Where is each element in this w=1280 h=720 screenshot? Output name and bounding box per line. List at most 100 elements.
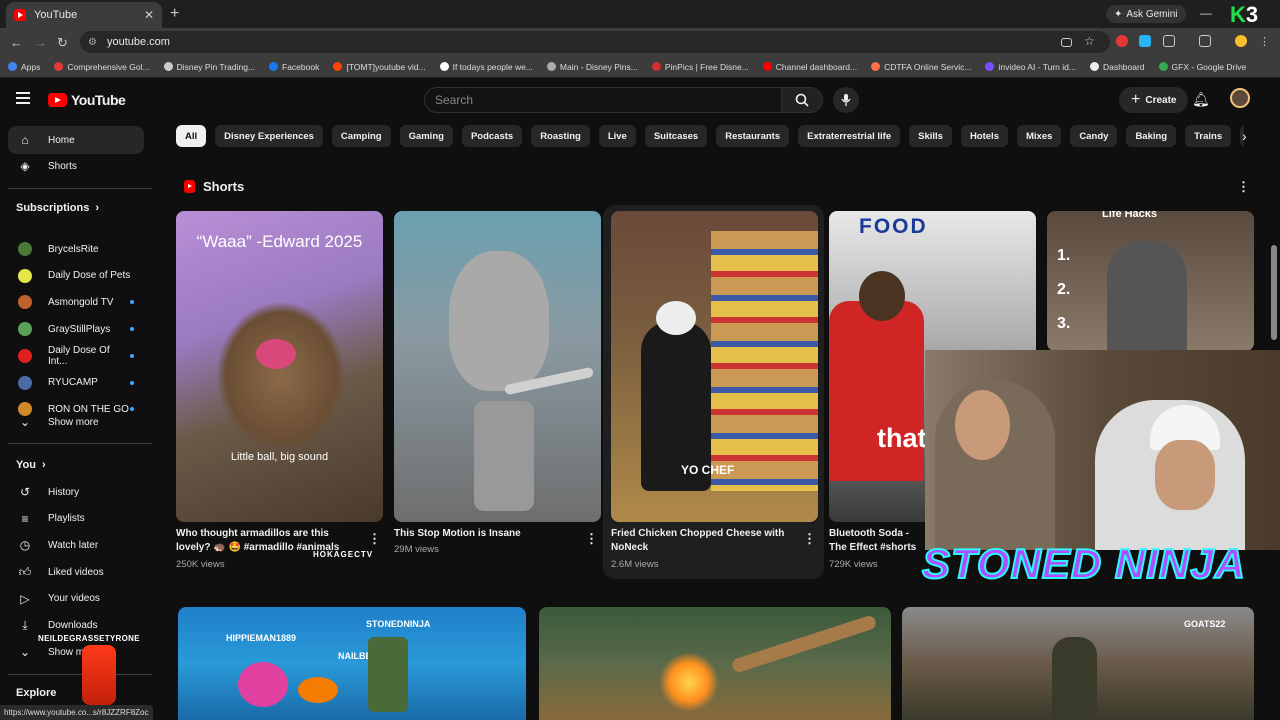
back-icon[interactable]: ← <box>10 35 23 50</box>
chip-baking[interactable]: Baking <box>1126 125 1177 147</box>
video-thumbnail[interactable] <box>539 607 891 720</box>
channel-avatar <box>18 348 32 363</box>
bookmark-item[interactable]: Channel dashboard... <box>762 62 857 72</box>
bookmark-item[interactable]: Apps <box>8 62 40 72</box>
bookmark-favicon-icon <box>439 62 449 71</box>
stream-brand-overlay: STONED NINJA <box>921 539 1246 588</box>
chip-disney-experiences[interactable]: Disney Experiences <box>215 125 323 147</box>
your-videos-icon: ▷ <box>20 591 30 606</box>
bookmark-item[interactable]: [TOMT]youtube vid... <box>333 62 426 72</box>
short-thumbnail[interactable]: YO CHEF <box>611 211 818 522</box>
shorts-logo-icon <box>184 180 195 193</box>
sidebar-item-shorts[interactable]: ◈ Shorts <box>8 152 144 180</box>
chip-gaming[interactable]: Gaming <box>399 125 453 147</box>
chip-live[interactable]: Live <box>598 125 636 147</box>
minimize-icon[interactable]: — <box>1200 6 1212 20</box>
short-title[interactable]: Fried Chicken Chopped Cheese with NoNeck <box>611 527 801 555</box>
chip-suitcases[interactable]: Suitcases <box>644 125 708 147</box>
profile-icon[interactable] <box>1235 35 1247 47</box>
bookmark-item[interactable]: CDTFA Online Servic... <box>871 62 971 72</box>
sidebar-item-subscription[interactable]: Daily Dose Of Int... <box>8 342 144 370</box>
clay-hand-image <box>474 401 534 511</box>
divider <box>8 443 152 444</box>
sidebar-item-history[interactable]: ↺ History <box>8 478 144 506</box>
scrollbar[interactable] <box>1271 245 1277 340</box>
new-tab-button[interactable]: + <box>170 5 179 23</box>
history-icon: ↺ <box>19 485 31 499</box>
bookmark-item[interactable]: invideo AI - Turn id... <box>985 62 1076 72</box>
sidebar-item-subscription[interactable]: GrayStillPlays <box>8 315 144 343</box>
sidebar-item-subscription[interactable]: RYUCAMP <box>8 369 144 397</box>
site-info-icon[interactable]: ⚙ <box>88 37 97 48</box>
chevron-right-icon: › <box>41 459 46 471</box>
sidebar-item-watch-later[interactable]: ◷ Watch later <box>8 531 144 559</box>
more-options-icon[interactable]: ⋮ <box>585 531 598 547</box>
ask-gemini-button[interactable]: ✦ Ask Gemini <box>1106 5 1186 23</box>
voice-search-button[interactable] <box>833 87 859 113</box>
bookmark-item[interactable]: Main - Disney Pins... <box>546 62 638 72</box>
chip-skills[interactable]: Skills <box>909 125 952 147</box>
sidebar-item-liked-videos[interactable]: 👍︎ Liked videos <box>8 558 144 586</box>
bookmark-item[interactable]: Facebook <box>269 62 319 72</box>
bookmark-item[interactable]: PinPics | Free Disne... <box>651 62 749 72</box>
bookmark-star-icon[interactable]: ☆ <box>1084 34 1098 48</box>
bookmark-item[interactable]: Comprehensive Gol... <box>54 62 150 72</box>
chip-trains[interactable]: Trains <box>1185 125 1232 147</box>
search-button[interactable] <box>781 87 823 113</box>
sidebar-item-subscription[interactable]: BrycelsRite <box>8 235 144 263</box>
you-heading[interactable]: You › <box>16 459 46 471</box>
chip-mixes[interactable]: Mixes <box>1016 125 1062 147</box>
bookmark-item[interactable]: If todays people we... <box>439 62 533 72</box>
create-button[interactable]: + Create <box>1119 87 1189 113</box>
short-thumbnail[interactable]: Life Hacks 1. 2. 3. <box>1047 211 1254 351</box>
bookmark-item[interactable]: GFX - Google Drive <box>1158 62 1246 72</box>
side-panel-icon[interactable] <box>1199 35 1211 47</box>
chip-hotels[interactable]: Hotels <box>960 125 1008 147</box>
reload-icon[interactable]: ↻ <box>57 35 68 51</box>
video-thumbnail[interactable]: HIPPIEMAN1889 STONEDNINJA NAILBEATER <box>178 607 526 720</box>
sidebar-item-home[interactable]: ⌂ Home <box>8 126 144 154</box>
forward-icon[interactable]: → <box>34 35 47 50</box>
thumbnail-caption: FOOD <box>859 215 928 238</box>
short-title[interactable]: Bluetooth Soda - The Effect #shorts <box>829 527 926 555</box>
video-thumbnail[interactable]: GOATS22 <box>902 607 1254 720</box>
sidebar-item-subscription[interactable]: Asmongold TV <box>8 288 144 316</box>
short-thumbnail[interactable] <box>394 211 601 522</box>
chip-podcasts[interactable]: Podcasts <box>461 125 523 147</box>
notifications-bell-icon[interactable]: 🔔︎ <box>1192 91 1210 108</box>
more-options-icon[interactable]: ⋮ <box>1237 179 1250 195</box>
extensions-puzzle-icon[interactable] <box>1163 35 1175 47</box>
more-options-icon[interactable]: ⋮ <box>368 531 381 547</box>
close-tab-icon[interactable]: ✕ <box>144 8 154 22</box>
chip-restaurants[interactable]: Restaurants <box>716 125 790 147</box>
chevron-right-icon[interactable]: › <box>1242 128 1247 144</box>
browser-menu-icon[interactable]: ⋮ <box>1259 35 1270 48</box>
sidebar-item-playlists[interactable]: ≡ Playlists <box>8 505 144 533</box>
chip-roasting[interactable]: Roasting <box>531 125 590 147</box>
short-thumbnail[interactable]: “Waaa” -Edward 2025 Little ball, big sou… <box>176 211 383 522</box>
youtube-logo[interactable]: YouTube <box>48 92 126 108</box>
install-app-icon[interactable] <box>1061 38 1072 47</box>
sidebar-item-subscription[interactable]: Daily Dose of Pets <box>8 262 144 290</box>
search-input[interactable]: Search <box>424 87 782 113</box>
show-more-subscriptions[interactable]: ⌄ Show more <box>8 408 144 436</box>
chip-candy[interactable]: Candy <box>1070 125 1118 147</box>
bookmark-item[interactable]: Disney Pin Trading... <box>163 62 255 72</box>
more-options-icon[interactable]: ⋮ <box>803 531 816 547</box>
url-input[interactable]: ⚙ youtube.com <box>80 31 1110 53</box>
short-title[interactable]: This Stop Motion is Insane <box>394 527 584 541</box>
chevron-right-icon: › <box>95 202 100 214</box>
chip-all[interactable]: All <box>176 125 207 147</box>
chip-camping[interactable]: Camping <box>331 125 391 147</box>
extension-blue-icon[interactable] <box>1139 35 1151 47</box>
avatar[interactable] <box>1230 88 1250 108</box>
k3-logo: K3 <box>1230 2 1259 27</box>
subscriptions-heading[interactable]: Subscriptions › <box>16 202 99 214</box>
short-views: 2.6M views <box>611 559 659 570</box>
browser-tab[interactable]: YouTube ✕ <box>6 2 162 28</box>
sidebar-item-your-videos[interactable]: ▷ Your videos <box>8 585 144 613</box>
chip-extraterrestrial-life[interactable]: Extraterrestrial life <box>798 125 901 147</box>
bookmark-item[interactable]: Dashboard <box>1089 62 1145 72</box>
menu-icon[interactable] <box>16 92 30 107</box>
extension-red-icon[interactable] <box>1116 35 1128 47</box>
